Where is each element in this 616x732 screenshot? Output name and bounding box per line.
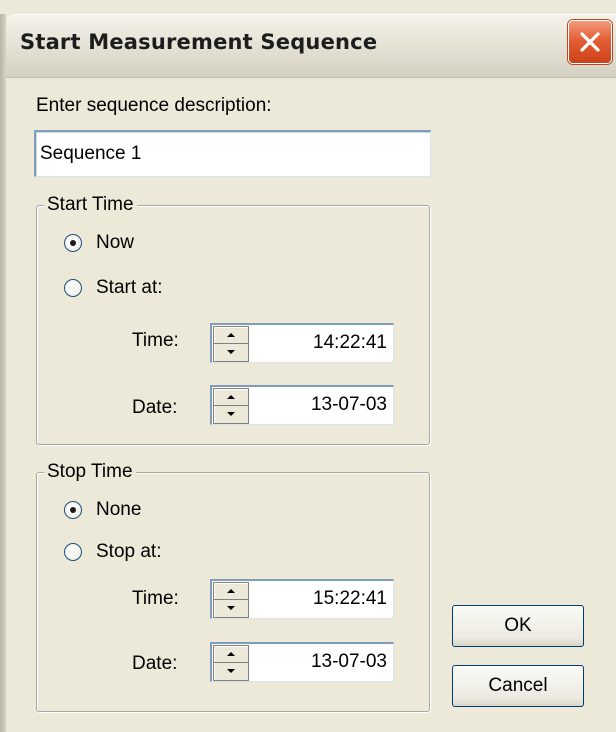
radio-start-now-label[interactable]: Now [96,232,134,254]
start-date-field[interactable]: 13-07-03 [210,385,394,425]
dialog-window: Start Measurement Sequence Enter sequenc… [0,0,616,732]
radio-start-at-label[interactable]: Start at: [96,277,163,299]
dialog-title: Start Measurement Sequence [20,30,378,54]
radio-start-now[interactable] [64,234,82,252]
start-time-field[interactable]: 14:22:41 [210,323,394,363]
stop-date-label: Date: [132,653,178,674]
stop-time-spinner [213,582,249,618]
spin-up-icon[interactable] [214,389,248,406]
description-input[interactable] [40,132,420,176]
spin-up-icon[interactable] [214,583,248,600]
close-icon [580,32,600,52]
radio-stop-none-label[interactable]: None [96,499,141,521]
window-frame [0,14,6,732]
stop-time-value: 15:22:41 [313,588,387,609]
close-button[interactable] [568,20,612,64]
start-date-label: Date: [132,397,178,418]
description-label: Enter sequence description: [36,95,272,116]
stop-date-value: 13-07-03 [310,651,387,672]
start-date-value: 13-07-03 [310,394,387,415]
stop-time-field[interactable]: 15:22:41 [210,579,394,619]
spin-up-icon[interactable] [214,646,248,663]
spin-up-icon[interactable] [214,327,248,344]
stop-date-spinner [213,645,249,681]
start-time-spinner [213,326,249,362]
radio-stop-at[interactable] [64,543,82,561]
spin-down-icon[interactable] [214,663,248,679]
description-field[interactable] [34,130,431,177]
start-time-label: Time: [132,330,179,351]
spin-down-icon[interactable] [214,406,248,422]
stop-date-field[interactable]: 13-07-03 [210,642,394,682]
radio-selected-dot [70,507,76,513]
radio-stop-at-label[interactable]: Stop at: [96,541,162,563]
spin-down-icon[interactable] [214,344,248,360]
start-time-value: 14:22:41 [313,332,387,353]
radio-selected-dot [70,240,76,246]
start-date-spinner [213,388,249,424]
stop-time-legend: Stop Time [44,461,136,483]
spin-down-icon[interactable] [214,600,248,616]
stop-time-label: Time: [132,588,179,609]
radio-start-at[interactable] [64,279,82,297]
cancel-button[interactable]: Cancel [452,665,584,707]
start-time-legend: Start Time [44,194,137,216]
radio-stop-none[interactable] [64,501,82,519]
ok-button[interactable]: OK [452,605,584,647]
